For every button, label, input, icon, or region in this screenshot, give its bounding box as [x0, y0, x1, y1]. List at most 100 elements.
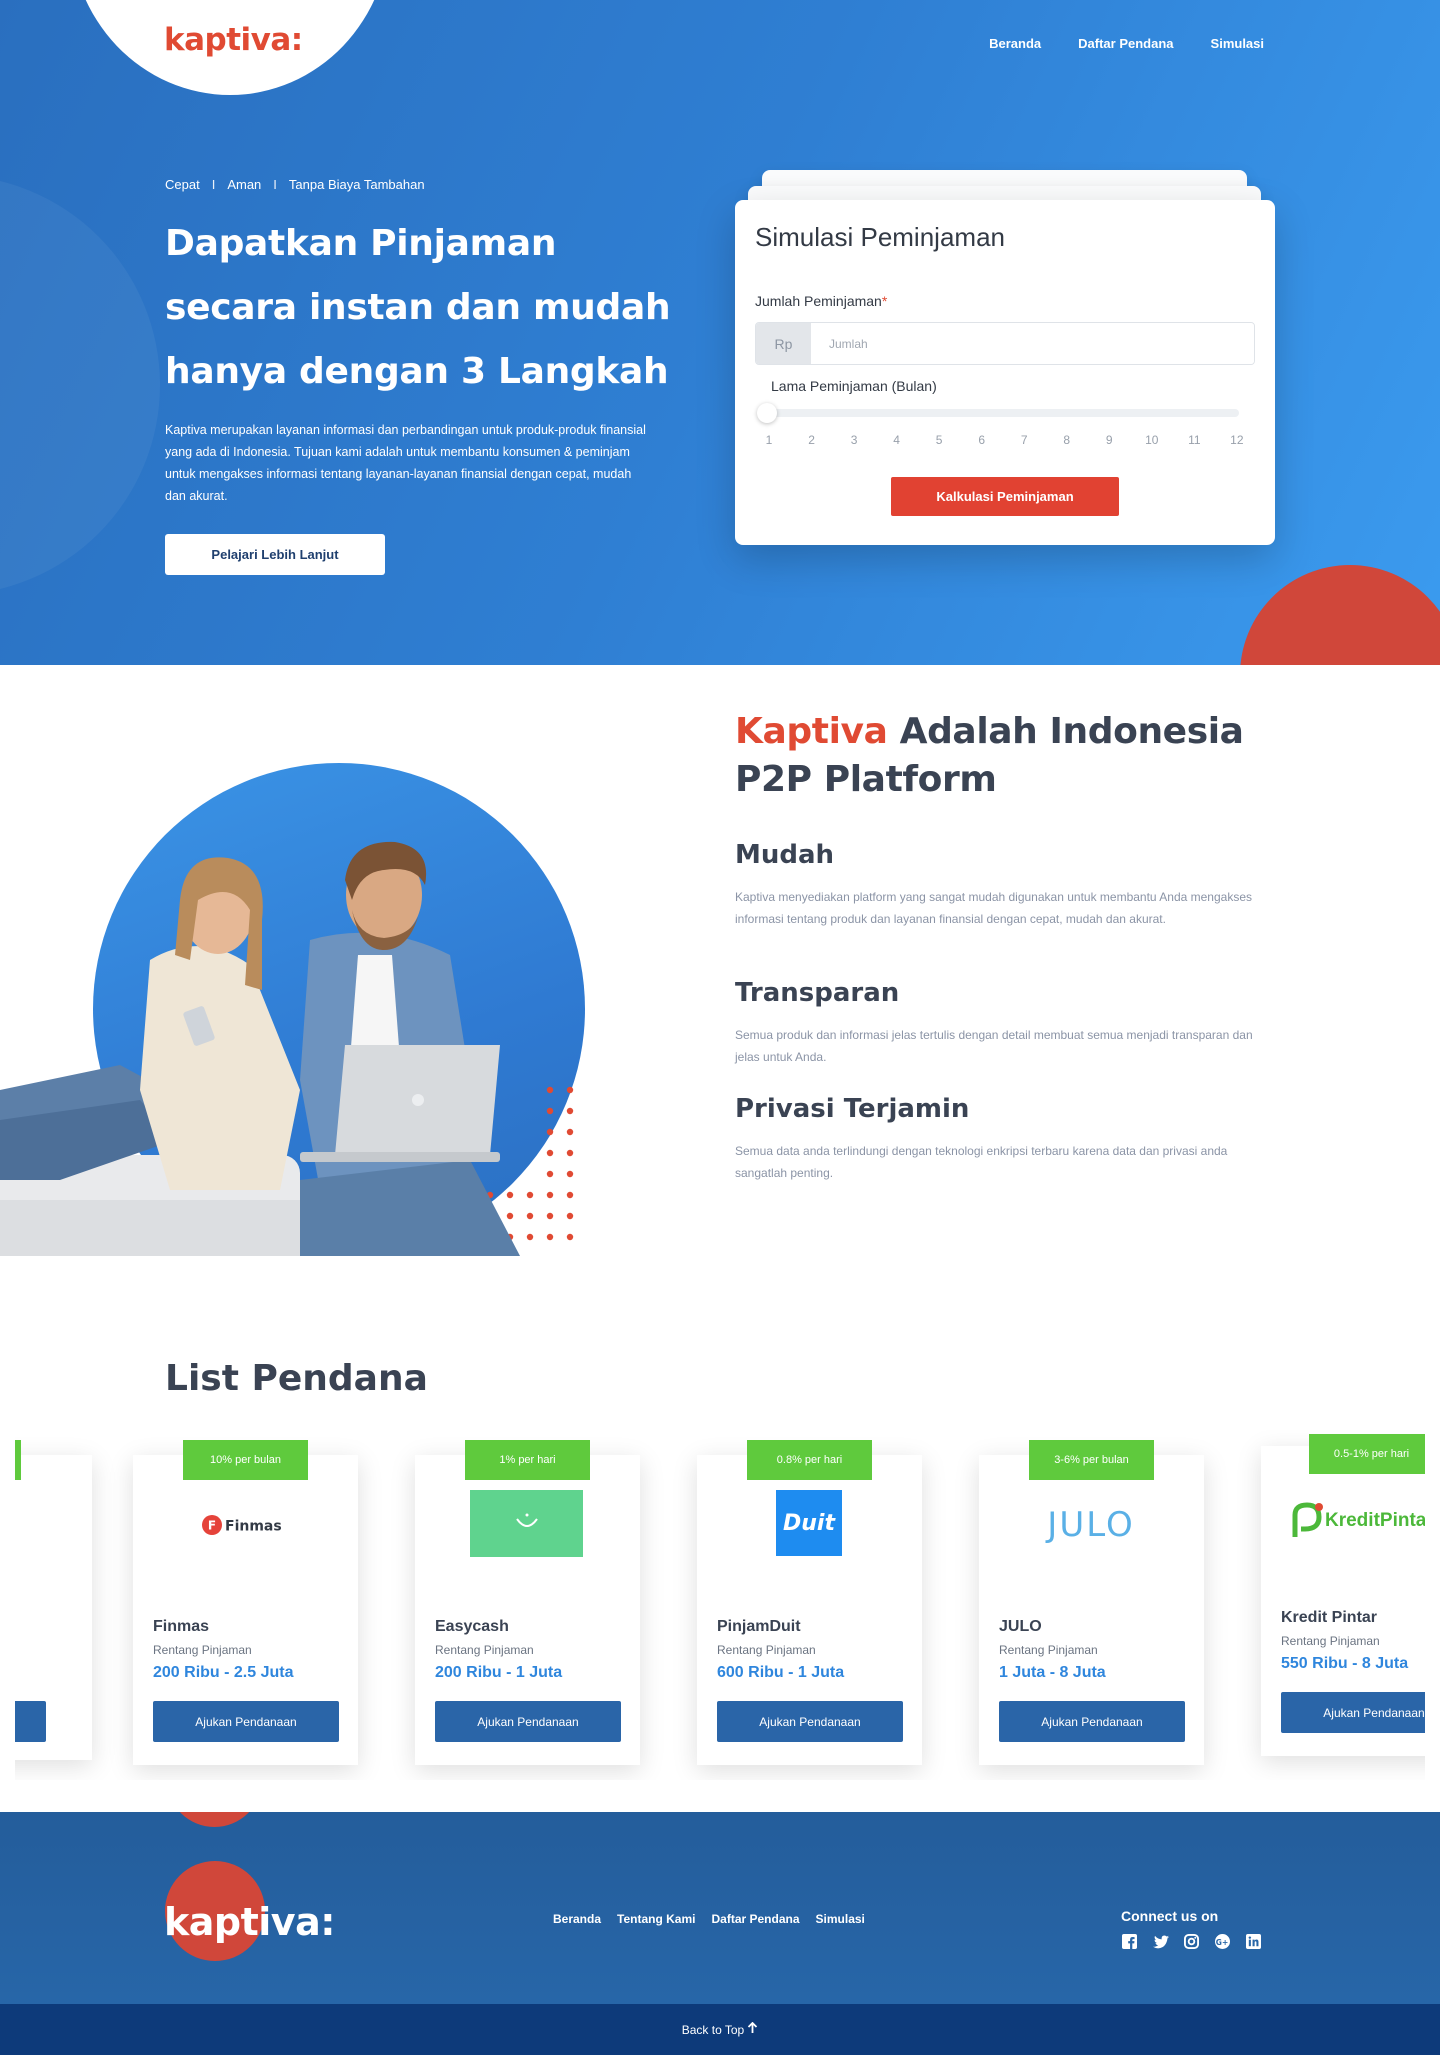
lender-range: 200 Ribu - 1 Juta — [435, 1664, 563, 1681]
hero-decor-circle — [0, 175, 160, 595]
tagline-separator: I — [273, 177, 277, 192]
nav-beranda[interactable]: Beranda — [989, 36, 1041, 51]
arrow-up-icon — [747, 2021, 758, 2037]
rate-badge — [15, 1440, 21, 1480]
social-links: G+ — [1121, 1933, 1262, 1950]
lender-range-label: Rentang Pinjaman — [999, 1643, 1098, 1657]
duration-tick: 7 — [1020, 433, 1028, 447]
lender-card-kredit-pintar: 0.5-1% per hari KreditPintar Kredit Pint… — [1261, 1434, 1425, 1756]
footer: kaptiva: — [0, 1812, 1440, 2004]
lender-card-easycash: 1% per hari Easycash Rentang Pinjaman 20… — [415, 1440, 640, 1765]
lender-range-label: Rentang Pinjaman — [1281, 1634, 1380, 1648]
twitter-icon[interactable] — [1152, 1933, 1169, 1950]
feature-desc-transparan: Semua produk dan informasi jelas tertuli… — [735, 1028, 1253, 1064]
footer-logo[interactable]: kaptiva: — [164, 1900, 335, 1944]
lender-carousel[interactable]: 10% per bulan F Finmas Finmas Rentang Pi… — [15, 1430, 1425, 1780]
about-heading-brand: Kaptiva — [735, 711, 888, 752]
loan-simulation-card: Simulasi Peminjaman Jumlah Peminjaman* R… — [735, 200, 1275, 545]
lender-range-label: Rentang Pinjaman — [717, 1643, 816, 1657]
duration-tick: 8 — [1063, 433, 1071, 447]
linkedin-icon[interactable] — [1245, 1933, 1262, 1950]
tagline-item: Tanpa Biaya Tambahan — [288, 177, 425, 192]
back-to-top-link[interactable]: Back to Top — [681, 2021, 758, 2037]
instagram-icon[interactable] — [1183, 1933, 1200, 1950]
hero-tagline: Cepat I Aman I Tanpa Biaya Tambahan — [165, 177, 425, 192]
rate-badge: 0.8% per hari — [747, 1440, 872, 1480]
feature-title-privasi: Privasi Terjamin — [735, 1094, 970, 1124]
learn-more-button[interactable]: Pelajari Lebih Lanjut — [165, 534, 385, 575]
julo-logo: JULO — [1016, 1490, 1166, 1560]
finmas-logo-text: Finmas — [225, 1519, 282, 1535]
lender-name: JULO — [999, 1618, 1042, 1635]
lender-name: Easycash — [435, 1618, 509, 1635]
back-to-top-bar: Back to Top — [0, 2004, 1440, 2055]
rate-badge: 10% per bulan — [183, 1440, 308, 1480]
duration-tick: 5 — [935, 433, 943, 447]
apply-button-pinjamduit[interactable]: Ajukan Pendanaan — [717, 1701, 903, 1742]
google-plus-icon[interactable]: G+ — [1214, 1933, 1231, 1950]
duration-tick: 6 — [978, 433, 985, 447]
calculate-loan-button[interactable]: Kalkulasi Peminjaman — [891, 477, 1119, 516]
footer-decor-circle — [167, 1812, 262, 1827]
lender-name: PinjamDuit — [717, 1618, 801, 1635]
apply-button-julo[interactable]: Ajukan Pendanaan — [999, 1701, 1185, 1742]
feature-desc-mudah: Kaptiva menyediakan platform yang sangat… — [735, 890, 1252, 926]
amount-label-text: Jumlah Peminjaman — [755, 293, 882, 309]
nav-daftar-pendana[interactable]: Daftar Pendana — [1078, 36, 1173, 51]
amount-label: Jumlah Peminjaman* — [755, 293, 887, 309]
duration-tick: 1 — [765, 433, 773, 447]
kredit-pintar-logo-text: KreditPintar — [1325, 1510, 1425, 1531]
duration-tick: 12 — [1230, 433, 1244, 447]
svg-text:G+: G+ — [1216, 1938, 1228, 1947]
hero-description: Kaptiva merupakan layanan informasi dan … — [165, 423, 646, 503]
facebook-icon[interactable] — [1121, 1933, 1138, 1950]
apply-button-kredit-pintar[interactable]: Ajukan Pendanaan — [1281, 1692, 1425, 1733]
connect-label: Connect us on — [1121, 1908, 1219, 1924]
duration-tick: 2 — [808, 433, 815, 447]
site-logo[interactable]: kaptiva: — [164, 22, 303, 58]
feature-desc-privasi: Semua data anda terlindungi dengan tekno… — [735, 1144, 1228, 1180]
duration-ticks: 1 2 3 4 5 6 7 8 9 10 11 12 — [757, 433, 1249, 447]
nav-simulasi[interactable]: Simulasi — [1211, 36, 1264, 51]
back-to-top-label: Back to Top — [681, 2022, 745, 2037]
rate-badge: 1% per hari — [465, 1440, 590, 1480]
tagline-item: Cepat — [165, 177, 200, 192]
couple-photo — [0, 841, 520, 1256]
about-heading: Kaptiva Adalah Indonesia P2P Platform — [735, 708, 1295, 804]
lender-card-julo: 3-6% per bulan JULO JULO Rentang Pinjama… — [979, 1440, 1204, 1765]
footer-nav-tentang-kami[interactable]: Tentang Kami — [617, 1912, 695, 1926]
required-mark: * — [881, 293, 888, 309]
footer-nav-daftar-pendana[interactable]: Daftar Pendana — [711, 1912, 799, 1926]
lender-range: 200 Ribu - 2.5 Juta — [153, 1664, 294, 1681]
easycash-logo — [470, 1490, 583, 1557]
amount-input-group: Rp — [755, 322, 1255, 365]
duration-slider-handle[interactable] — [757, 403, 777, 423]
pinjamduit-logo: Duit — [776, 1490, 842, 1556]
duration-tick: 4 — [893, 433, 900, 447]
amount-input[interactable] — [811, 323, 1254, 364]
duration-tick: 11 — [1188, 433, 1201, 447]
duration-slider-track[interactable] — [765, 409, 1239, 417]
lender-card-partial — [15, 1440, 92, 1760]
duration-tick: 3 — [850, 433, 858, 447]
feature-title-mudah: Mudah — [735, 840, 835, 870]
svg-text:F: F — [207, 1519, 215, 1533]
tagline-separator: I — [211, 177, 216, 192]
hero-title: Dapatkan Pinjaman secara instan dan muda… — [165, 223, 671, 392]
lender-range: 550 Ribu - 8 Juta — [1281, 1655, 1409, 1672]
footer-nav-beranda[interactable]: Beranda — [553, 1912, 601, 1926]
hero-section: kaptiva: Beranda Daftar Pendana Simulasi… — [0, 0, 1440, 665]
main-nav: Beranda Daftar Pendana Simulasi — [989, 36, 1264, 51]
currency-prefix: Rp — [756, 323, 811, 364]
apply-button-easycash[interactable]: Ajukan Pendanaan — [435, 1701, 621, 1742]
apply-button-finmas[interactable]: Ajukan Pendanaan — [153, 1701, 339, 1742]
lender-range: 1 Juta - 8 Juta — [999, 1664, 1106, 1681]
duration-tick: 9 — [1105, 433, 1113, 447]
rate-badge: 0.5-1% per hari — [1309, 1434, 1425, 1474]
finmas-logo: F Finmas — [188, 1490, 303, 1560]
apply-button[interactable] — [15, 1701, 46, 1742]
footer-nav-simulasi[interactable]: Simulasi — [816, 1912, 865, 1926]
footer-nav: Beranda Tentang Kami Daftar Pendana Simu… — [553, 1912, 865, 1926]
julo-logo-text: JULO — [1047, 1505, 1135, 1545]
kredit-pintar-logo: KreditPintar — [1289, 1486, 1425, 1556]
